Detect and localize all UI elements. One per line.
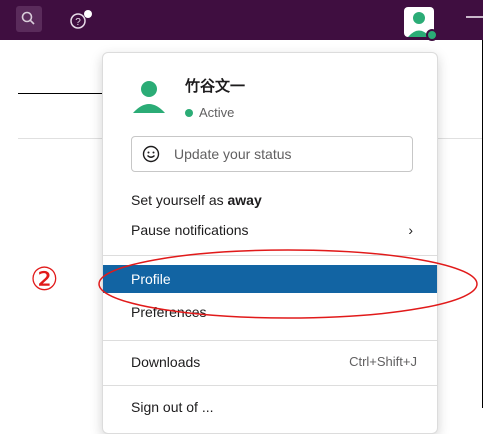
annotation-ellipse — [98, 249, 478, 319]
